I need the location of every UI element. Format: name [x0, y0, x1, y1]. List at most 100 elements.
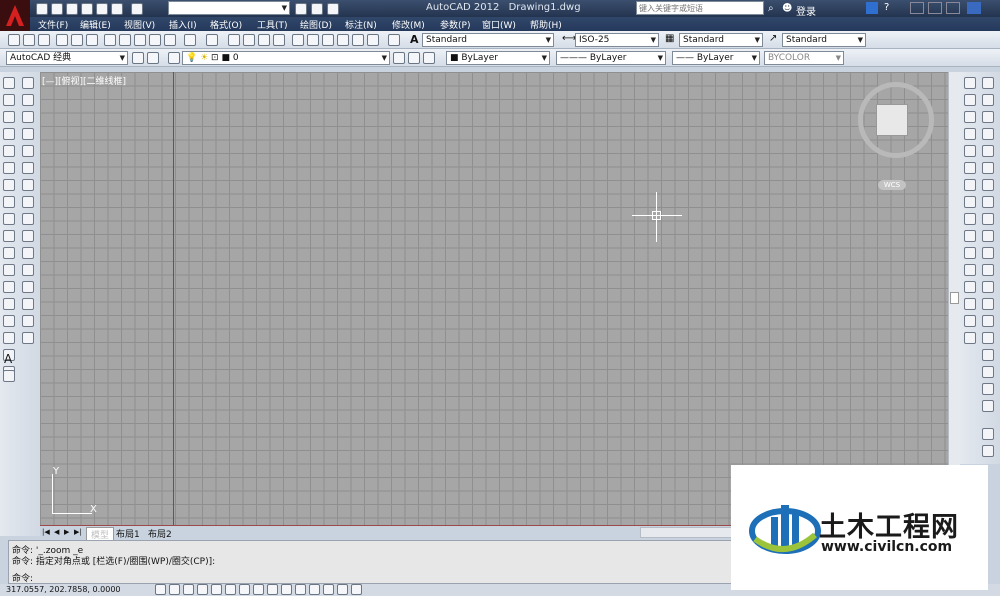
break-icon[interactable]	[22, 264, 34, 276]
zoom-window-icon[interactable]	[258, 34, 270, 46]
sheet-set-icon[interactable]	[337, 34, 349, 46]
layer-icon[interactable]	[295, 3, 307, 15]
insert-block-icon[interactable]	[3, 264, 15, 276]
tool-palettes-icon[interactable]	[322, 34, 334, 46]
move-icon[interactable]	[22, 162, 34, 174]
snap-insert-icon[interactable]	[964, 247, 976, 259]
continue-dim-icon[interactable]	[982, 247, 994, 259]
dim-space-icon[interactable]	[982, 264, 994, 276]
dim-update-icon[interactable]	[982, 400, 994, 412]
drawing-canvas[interactable]: [—][俯视][二维线框] WCS Y X	[40, 72, 948, 526]
ducs-icon[interactable]	[267, 584, 278, 595]
polyline-icon[interactable]	[3, 111, 15, 123]
snap-intersection-icon[interactable]	[964, 145, 976, 157]
tab-nav-next-icon[interactable]: ▶	[64, 528, 69, 536]
selection-cycling-icon[interactable]	[337, 584, 348, 595]
maximize-button[interactable]	[928, 2, 942, 14]
menu-draw[interactable]: 绘图(D)	[300, 18, 332, 31]
zoom-realtime-icon[interactable]	[243, 34, 255, 46]
snap-tangent-icon[interactable]	[964, 196, 976, 208]
draw-order-icon[interactable]	[964, 77, 976, 89]
publish-icon[interactable]	[311, 3, 323, 15]
dim-text-edit-icon[interactable]	[982, 383, 994, 395]
radius-dim-icon[interactable]	[982, 145, 994, 157]
snap-nearest-icon[interactable]	[964, 281, 976, 293]
save-workspace-icon[interactable]	[147, 52, 159, 64]
snap-mode-icon[interactable]	[169, 584, 180, 595]
linear-dim-icon[interactable]	[982, 77, 994, 89]
wcs-menu[interactable]: WCS	[878, 180, 906, 190]
search-icon[interactable]: ⌕	[768, 3, 774, 14]
block-editor-icon[interactable]	[164, 34, 176, 46]
snap-node-icon[interactable]	[964, 264, 976, 276]
erase-icon[interactable]	[22, 77, 34, 89]
multileader-style-combo[interactable]: Standard ▼	[782, 33, 866, 47]
minimize-button[interactable]	[910, 2, 924, 14]
spline-icon[interactable]	[3, 213, 15, 225]
add-selected-icon[interactable]	[3, 370, 15, 382]
menu-window[interactable]: 窗口(W)	[482, 18, 516, 31]
object-snap-icon[interactable]	[964, 94, 976, 106]
quickcalc-icon[interactable]	[367, 34, 379, 46]
menu-edit[interactable]: 编辑(E)	[80, 18, 111, 31]
circle-icon[interactable]	[3, 179, 15, 191]
otrack-icon[interactable]	[253, 584, 264, 595]
redo-icon[interactable]	[206, 34, 218, 46]
coordinates-readout[interactable]: 317.0557, 202.7858, 0.0000	[6, 585, 121, 594]
transparency-icon[interactable]	[309, 584, 320, 595]
open-icon[interactable]	[23, 34, 35, 46]
color-combo[interactable]: ■ ByLayer ▼	[446, 51, 550, 65]
multileader-icon[interactable]	[982, 445, 994, 457]
undo-icon[interactable]	[184, 34, 196, 46]
layer-previous-icon[interactable]	[408, 52, 420, 64]
jogged-linear-icon[interactable]	[982, 349, 994, 361]
search-box[interactable]	[636, 1, 764, 15]
point-icon[interactable]	[3, 298, 15, 310]
workspace-switcher[interactable]: ⚙ AutoCAD 经典 ▼	[168, 1, 290, 15]
viewport-controls-label[interactable]: [—][俯视][二维线框]	[42, 74, 126, 87]
stretch-icon[interactable]	[22, 213, 34, 225]
multiline-text-icon[interactable]: A	[4, 352, 12, 366]
layer-properties-icon[interactable]	[168, 52, 180, 64]
snap-endpoint-icon[interactable]	[964, 111, 976, 123]
polygon-icon[interactable]	[3, 128, 15, 140]
snap-midpoint-icon[interactable]	[964, 128, 976, 140]
tab-nav-prev-icon[interactable]: ◀	[54, 528, 59, 536]
application-menu-button[interactable]	[0, 0, 30, 31]
construction-line-icon[interactable]	[3, 94, 15, 106]
mirror-icon[interactable]	[22, 111, 34, 123]
array-icon[interactable]	[22, 145, 34, 157]
close-button[interactable]	[946, 2, 960, 14]
lineweight-toggle-icon[interactable]	[295, 584, 306, 595]
vertical-scroll-thumb[interactable]	[950, 292, 959, 304]
dim-edit-icon[interactable]	[982, 366, 994, 378]
tab-nav-last-icon[interactable]: ▶|	[74, 528, 82, 536]
plotstyle-combo[interactable]: BYCOLOR ▼	[764, 51, 844, 65]
viewcube-top-face[interactable]	[876, 104, 908, 136]
ortho-mode-icon[interactable]	[197, 584, 208, 595]
design-center-icon[interactable]	[307, 34, 319, 46]
dim-style-manager-icon[interactable]	[982, 428, 994, 440]
match-properties-icon[interactable]	[149, 34, 161, 46]
angular-dim-icon[interactable]	[982, 196, 994, 208]
ordinate-dim-icon[interactable]	[982, 128, 994, 140]
aligned-dim-icon[interactable]	[982, 94, 994, 106]
search-input[interactable]	[637, 2, 761, 14]
quick-dim-icon[interactable]	[982, 213, 994, 225]
snap-none-icon[interactable]	[964, 298, 976, 310]
snap-from-icon[interactable]	[964, 332, 976, 344]
paste-icon[interactable]	[134, 34, 146, 46]
ellipse-icon[interactable]	[3, 230, 15, 242]
scale-icon[interactable]	[22, 196, 34, 208]
menu-parametric[interactable]: 参数(P)	[440, 18, 470, 31]
trim-icon[interactable]	[22, 230, 34, 242]
menu-modify[interactable]: 修改(M)	[392, 18, 425, 31]
ellipse-arc-icon[interactable]	[3, 247, 15, 259]
snap-center-icon[interactable]	[964, 162, 976, 174]
dim-break-icon[interactable]	[982, 281, 994, 293]
undo-icon[interactable]	[111, 3, 123, 15]
properties-icon[interactable]	[292, 34, 304, 46]
offset-icon[interactable]	[22, 128, 34, 140]
tab-layout1[interactable]: 布局1	[112, 527, 144, 540]
chamfer-icon[interactable]	[22, 298, 34, 310]
